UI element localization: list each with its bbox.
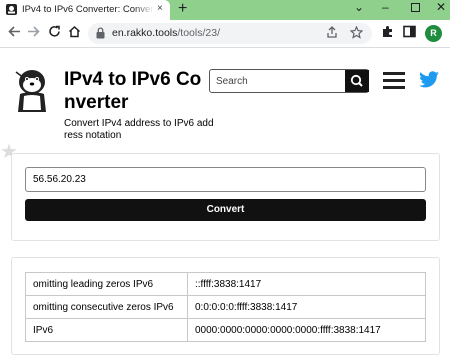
tab-title: IPv4 to IPv6 Converter: Convert IPv4 add…	[22, 4, 154, 15]
home-icon[interactable]	[68, 24, 81, 42]
result-value: 0000:0000:0000:0000:0000:ffff:3838:1417	[187, 318, 426, 342]
site-search	[209, 69, 369, 93]
results-table: omitting leading zeros IPv6 ::ffff:3838:…	[25, 272, 426, 342]
twitter-icon[interactable]	[418, 71, 440, 89]
result-label: IPv6	[25, 318, 188, 342]
tab-close-icon[interactable]: ×	[157, 3, 163, 15]
lock-icon	[96, 27, 105, 39]
bookmark-star-icon[interactable]	[349, 25, 364, 42]
sidebar-icon[interactable]	[403, 25, 416, 42]
tab-search-chevron-icon[interactable]: ⌄	[354, 0, 364, 14]
minimize-button[interactable]: –	[382, 0, 389, 14]
tab-strip: IPv4 to IPv6 Converter: Convert IPv4 add…	[0, 0, 450, 20]
site-favicon-icon	[6, 4, 17, 15]
table-row: IPv6 0000:0000:0000:0000:0000:ffff:3838:…	[25, 318, 426, 342]
menu-icon[interactable]	[383, 72, 405, 90]
new-tab-button[interactable]: +	[178, 1, 187, 17]
browser-toolbar: en.rakko.tools/tools/23/ R	[0, 20, 450, 48]
arrow-left-icon[interactable]	[8, 24, 21, 42]
table-row: omitting consecutive zeros IPv6 0:0:0:0:…	[25, 295, 426, 319]
page-subtitle: Convert IPv4 address to IPv6 address not…	[64, 118, 214, 141]
rakko-otter-logo[interactable]	[10, 64, 56, 114]
search-icon	[350, 74, 363, 87]
ipv4-input[interactable]	[25, 167, 426, 192]
profile-avatar[interactable]: R	[425, 25, 442, 42]
share-icon[interactable]	[326, 26, 338, 41]
result-value: ::ffff:3838:1417	[187, 272, 426, 296]
url-text: en.rakko.tools/tools/23/	[112, 27, 220, 39]
reload-icon[interactable]	[48, 24, 61, 42]
search-button[interactable]	[345, 70, 369, 92]
convert-button[interactable]: Convert	[25, 199, 426, 221]
arrow-right-icon[interactable]	[27, 24, 40, 42]
close-window-button[interactable]: ✕	[436, 0, 446, 14]
table-row: omitting leading zeros IPv6 ::ffff:3838:…	[25, 272, 426, 296]
address-bar[interactable]: en.rakko.tools/tools/23/	[88, 23, 372, 44]
result-label: omitting leading zeros IPv6	[25, 272, 188, 296]
active-tab[interactable]: IPv4 to IPv6 Converter: Convert IPv4 add…	[0, 0, 170, 20]
maximize-button[interactable]	[411, 3, 420, 12]
page-title: IPv4 to IPv6 Converter	[64, 69, 202, 113]
result-value: 0:0:0:0:0:ffff:3838:1417	[187, 295, 426, 319]
search-input[interactable]	[210, 70, 344, 92]
result-label: omitting consecutive zeros IPv6	[25, 295, 188, 319]
puzzle-icon[interactable]	[381, 25, 394, 42]
